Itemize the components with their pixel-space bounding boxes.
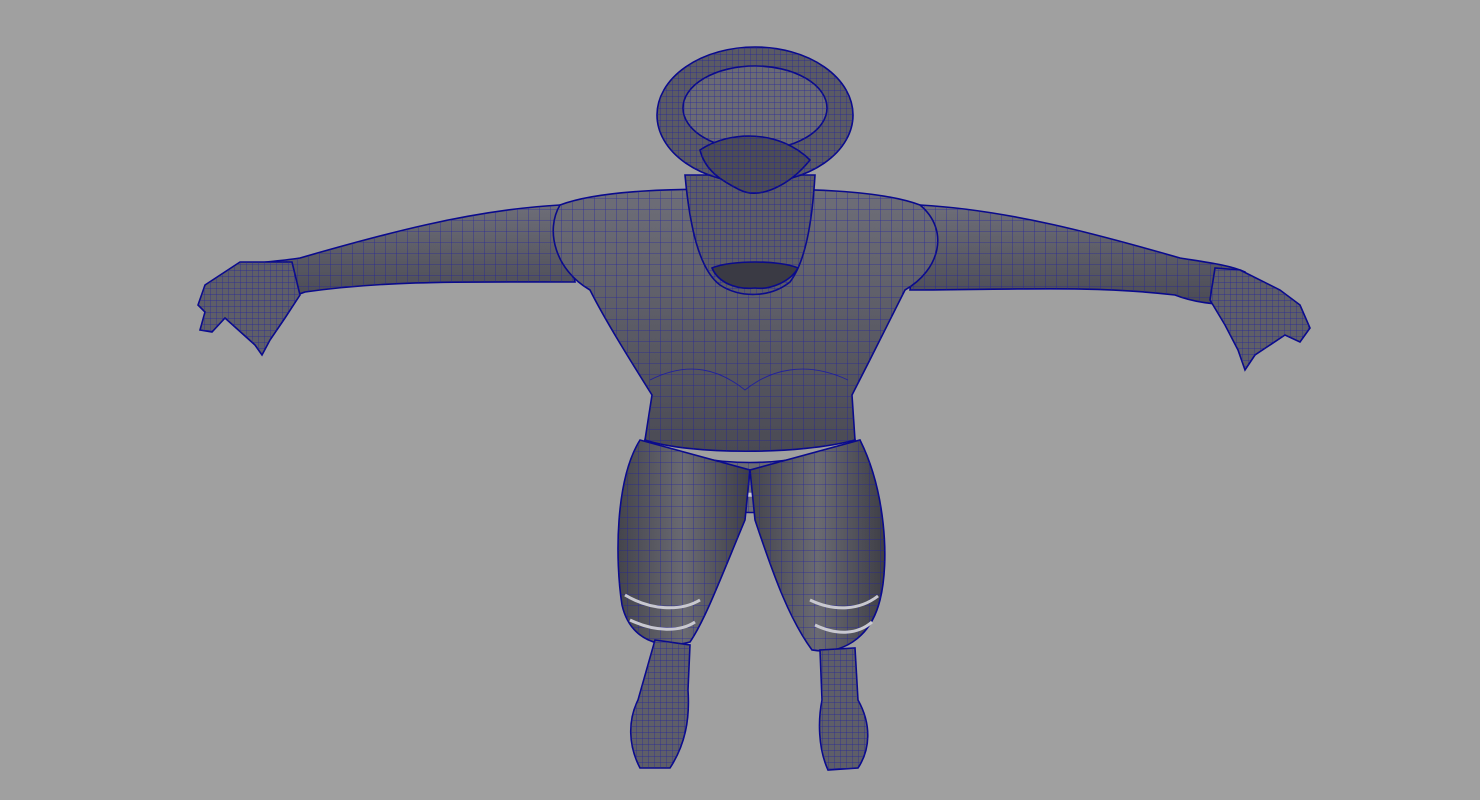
mesh-canvas [197,46,1311,771]
right-arm-mesh [909,204,1246,306]
left-hand-mesh [197,261,301,357]
right-hand-mesh [1209,267,1311,372]
pants-right-leg-mesh [749,439,886,652]
right-foot-mesh [818,647,869,771]
3d-viewport[interactable] [0,0,1480,800]
left-foot-mesh [629,639,691,769]
pants-left-leg-mesh [617,439,751,646]
turban-mesh [656,46,854,194]
